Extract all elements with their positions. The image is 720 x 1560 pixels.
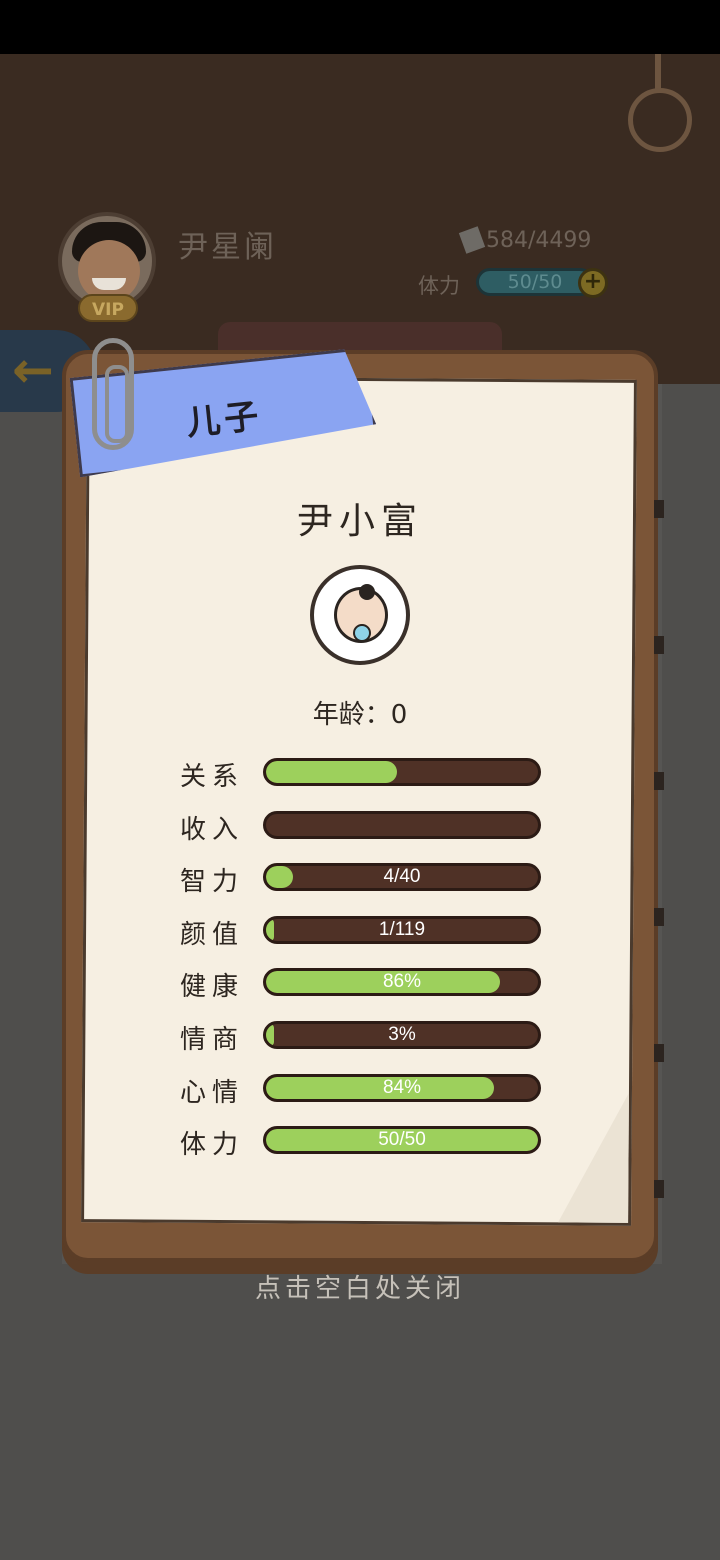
stat-value [266, 814, 538, 836]
money-value: 584/4499 [486, 228, 592, 253]
stat-value: 84% [382, 1077, 422, 1098]
stat-bar: 3% [263, 1021, 541, 1049]
stat-bar [263, 811, 541, 839]
status-bar [0, 0, 720, 54]
player-name: 尹星阑 [178, 230, 277, 265]
side-notch [654, 772, 664, 790]
side-notch [654, 1044, 664, 1062]
stat-value: 50/50 [378, 1129, 426, 1150]
child-avatar [310, 565, 410, 665]
arrow-left-icon: ← [12, 341, 54, 399]
stat-bar: 86% [263, 968, 541, 996]
relation-label: 儿子 [184, 396, 265, 444]
money-icon [458, 226, 486, 254]
stat-label: 情商 [180, 1025, 245, 1055]
stat-label: 颜值 [180, 920, 245, 950]
side-notch [654, 636, 664, 654]
vip-badge: VIP [78, 294, 138, 322]
side-notch [654, 1180, 664, 1198]
child-age: 年龄：0 [312, 700, 408, 730]
stat-value: 4/40 [383, 866, 421, 887]
stat-bar: 50/50 [263, 1126, 541, 1154]
hanging-ring-icon [628, 88, 692, 152]
stat-bar: 84% [263, 1074, 541, 1102]
avatar-face [78, 240, 140, 302]
stamina-label: 体力 [418, 274, 460, 298]
stat-label: 关系 [180, 762, 245, 792]
money-display: 584/4499 [458, 226, 592, 254]
stat-label: 智力 [180, 867, 245, 897]
stat-label: 心情 [180, 1078, 245, 1108]
stat-label: 收入 [180, 815, 245, 845]
child-name: 尹小富 [296, 501, 423, 542]
paper-corner [558, 1092, 629, 1223]
stat-label: 健康 [180, 972, 245, 1002]
close-hint[interactable]: 点击空白处关闭 [0, 1268, 720, 1305]
hanging-string [655, 54, 661, 92]
add-stamina-button[interactable]: + [578, 268, 608, 298]
stat-value: 1/119 [378, 919, 426, 940]
baby-face-icon [334, 584, 388, 643]
side-notch [654, 908, 664, 926]
stat-label: 体力 [180, 1130, 245, 1160]
stat-bar [263, 758, 541, 786]
stat-bar: 1/119 [263, 916, 541, 944]
stamina-bar: 50/50 [476, 268, 594, 296]
stat-value: 86% [382, 971, 422, 992]
baby-hair [359, 584, 375, 600]
stat-bar: 4/40 [263, 863, 541, 891]
stat-value [266, 761, 538, 783]
stat-value: 3% [388, 1024, 416, 1045]
pacifier-icon [353, 624, 371, 642]
paperclip-icon [92, 338, 134, 450]
